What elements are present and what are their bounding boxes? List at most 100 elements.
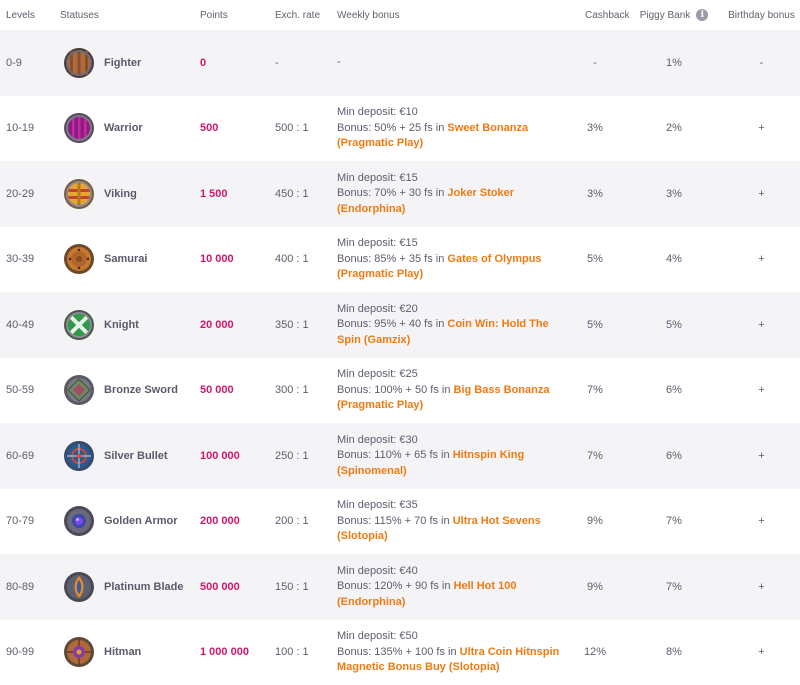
min-deposit: Min deposit: €40 <box>337 564 565 580</box>
status-name: Fighter <box>104 57 141 69</box>
table-row: 10-19Warrior500500 : 1Min deposit: €10Bo… <box>0 96 800 162</box>
game-provider[interactable]: (Pragmatic Play) <box>337 398 565 414</box>
status-cell: Warrior <box>58 111 200 145</box>
game-link[interactable]: Big Bass Bonanza <box>454 384 550 396</box>
min-deposit: Min deposit: €50 <box>337 629 565 645</box>
silver-bullet-shield-icon <box>62 439 96 473</box>
level-range: 60-69 <box>0 450 58 462</box>
exchange-rate-value: 450 : 1 <box>275 188 337 200</box>
table-row: 90-99Hitman1 000 000100 : 1Min deposit: … <box>0 620 800 685</box>
bonus-text: Bonus: 120% + 90 fs in <box>337 580 454 592</box>
header-levels: Levels <box>0 10 58 21</box>
weekly-bonus-cell: Min deposit: €50Bonus: 135% + 100 fs in … <box>337 629 565 676</box>
loyalty-levels-table: Levels Statuses Points Exch. rate Weekly… <box>0 0 800 685</box>
game-provider[interactable]: (Slotopia) <box>337 529 565 545</box>
birthday-bonus-value: + <box>723 515 800 527</box>
bonus-line: Bonus: 110% + 65 fs in Hitnspin King <box>337 448 565 464</box>
level-range: 20-29 <box>0 188 58 200</box>
bonus-text: Bonus: 85% + 35 fs in <box>337 253 447 265</box>
cashback-value: - <box>565 57 625 69</box>
exchange-rate-value: 200 : 1 <box>275 515 337 527</box>
game-link[interactable]: Joker Stoker <box>447 187 514 199</box>
points-value: 50 000 <box>200 384 275 396</box>
bonus-text: Bonus: 100% + 50 fs in <box>337 384 454 396</box>
weekly-bonus-cell: Min deposit: €25Bonus: 100% + 50 fs in B… <box>337 367 565 414</box>
cashback-value: 12% <box>565 646 625 658</box>
level-range: 40-49 <box>0 319 58 331</box>
min-deposit: - <box>337 55 565 71</box>
cashback-value: 3% <box>565 188 625 200</box>
weekly-bonus-cell: Min deposit: €15Bonus: 70% + 30 fs in Jo… <box>337 171 565 218</box>
bonus-text: Bonus: 70% + 30 fs in <box>337 187 447 199</box>
game-provider[interactable]: (Endorphina) <box>337 595 565 611</box>
weekly-bonus-cell: Min deposit: €20Bonus: 95% + 40 fs in Co… <box>337 302 565 349</box>
header-weekly-bonus: Weekly bonus <box>337 10 565 21</box>
table-row: 50-59Bronze Sword50 000300 : 1Min deposi… <box>0 358 800 424</box>
viking-shield-icon <box>62 177 96 211</box>
exchange-rate-value: 350 : 1 <box>275 319 337 331</box>
piggy-bank-value: 8% <box>625 646 723 658</box>
status-cell: Bronze Sword <box>58 373 200 407</box>
header-birthday-bonus: Birthday bonus <box>723 10 800 21</box>
cashback-value: 7% <box>565 450 625 462</box>
points-value: 0 <box>200 57 275 69</box>
header-exchange-rate: Exch. rate <box>275 10 337 21</box>
level-range: 10-19 <box>0 122 58 134</box>
cashback-value: 3% <box>565 122 625 134</box>
info-icon[interactable]: i <box>696 9 708 21</box>
bonus-text: Bonus: 110% + 65 fs in <box>337 449 453 461</box>
header-points: Points <box>200 10 275 21</box>
piggy-bank-value: 7% <box>625 581 723 593</box>
bonus-text: Bonus: 50% + 25 fs in <box>337 122 447 134</box>
game-link[interactable]: Sweet Bonanza <box>447 122 528 134</box>
bonus-line: Bonus: 85% + 35 fs in Gates of Olympus <box>337 252 565 268</box>
status-name: Knight <box>104 319 139 331</box>
status-cell: Platinum Blade <box>58 570 200 604</box>
points-value: 1 500 <box>200 188 275 200</box>
level-range: 0-9 <box>0 57 58 69</box>
bonus-line: Bonus: 115% + 70 fs in Ultra Hot Sevens <box>337 514 565 530</box>
exchange-rate-value: 300 : 1 <box>275 384 337 396</box>
game-link[interactable]: Ultra Hot Sevens <box>453 515 541 527</box>
game-provider[interactable]: (Pragmatic Play) <box>337 267 565 283</box>
exchange-rate-value: 150 : 1 <box>275 581 337 593</box>
game-link[interactable]: Hell Hot 100 <box>454 580 517 592</box>
bonus-line: Bonus: 70% + 30 fs in Joker Stoker <box>337 186 565 202</box>
table-row: 70-79 Golden Armor 200 000200 : 1Min depos… <box>0 489 800 555</box>
game-provider[interactable]: (Spinomenal) <box>337 464 565 480</box>
min-deposit: Min deposit: €25 <box>337 367 565 383</box>
table-row: 40-49 Knight 20 000350 : 1Min deposit: €20… <box>0 292 800 358</box>
piggy-bank-value: 7% <box>625 515 723 527</box>
status-cell: Viking <box>58 177 200 211</box>
birthday-bonus-value: + <box>723 384 800 396</box>
game-provider[interactable]: (Pragmatic Play) <box>337 136 565 152</box>
exchange-rate-value: 100 : 1 <box>275 646 337 658</box>
bonus-line: Bonus: 120% + 90 fs in Hell Hot 100 <box>337 579 565 595</box>
points-value: 500 <box>200 122 275 134</box>
game-link[interactable]: Gates of Olympus <box>447 253 541 265</box>
points-value: 1 000 000 <box>200 646 275 658</box>
status-name: Bronze Sword <box>104 384 178 396</box>
game-link[interactable]: Hitnspin King <box>453 449 525 461</box>
exchange-rate-value: 400 : 1 <box>275 253 337 265</box>
min-deposit: Min deposit: €10 <box>337 105 565 121</box>
table-row: 30-39Samurai10 000400 : 1Min deposit: €1… <box>0 227 800 293</box>
exchange-rate-value: 250 : 1 <box>275 450 337 462</box>
knight-shield-icon <box>62 308 96 342</box>
cashback-value: 7% <box>565 384 625 396</box>
status-name: Golden Armor <box>104 515 178 527</box>
level-range: 70-79 <box>0 515 58 527</box>
piggy-bank-value: 6% <box>625 384 723 396</box>
points-value: 200 000 <box>200 515 275 527</box>
level-range: 80-89 <box>0 581 58 593</box>
piggy-bank-value: 1% <box>625 57 723 69</box>
points-value: 20 000 <box>200 319 275 331</box>
status-name: Samurai <box>104 253 147 265</box>
header-cashback: Cashback <box>565 10 625 21</box>
header-piggy-bank: Piggy Bank i <box>625 9 723 21</box>
warrior-shield-icon <box>62 111 96 145</box>
game-provider[interactable]: (Endorphina) <box>337 202 565 218</box>
min-deposit: Min deposit: €20 <box>337 302 565 318</box>
min-deposit: Min deposit: €35 <box>337 498 565 514</box>
status-name: Silver Bullet <box>104 450 168 462</box>
